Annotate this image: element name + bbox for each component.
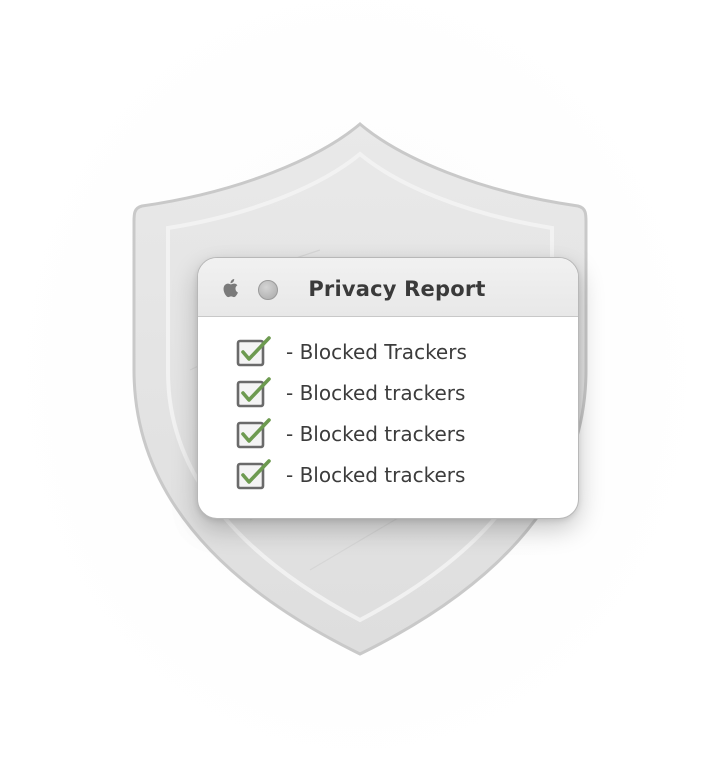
window-title: Privacy Report bbox=[308, 277, 486, 301]
list-item: - Blocked trackers bbox=[236, 418, 467, 450]
blocked-trackers-list: - Blocked Trackers - Blocked trackers - … bbox=[236, 336, 467, 500]
list-item-label: - Blocked Trackers bbox=[286, 340, 467, 364]
list-item-label: - Blocked trackers bbox=[286, 381, 466, 405]
checkbox-checked-icon[interactable] bbox=[236, 418, 272, 450]
checkbox-checked-icon[interactable] bbox=[236, 336, 272, 368]
checkbox-checked-icon[interactable] bbox=[236, 459, 272, 491]
list-item: - Blocked trackers bbox=[236, 459, 467, 491]
window-titlebar: Privacy Report bbox=[198, 258, 578, 317]
list-item-label: - Blocked trackers bbox=[286, 422, 466, 446]
illustration-background: Privacy Report - Blocked Trackers - Bloc… bbox=[0, 0, 714, 780]
list-item: - Blocked trackers bbox=[236, 377, 467, 409]
list-item-label: - Blocked trackers bbox=[286, 463, 466, 487]
list-item: - Blocked Trackers bbox=[236, 336, 467, 368]
privacy-report-window: Privacy Report - Blocked Trackers - Bloc… bbox=[197, 257, 579, 519]
checkbox-checked-icon[interactable] bbox=[236, 377, 272, 409]
